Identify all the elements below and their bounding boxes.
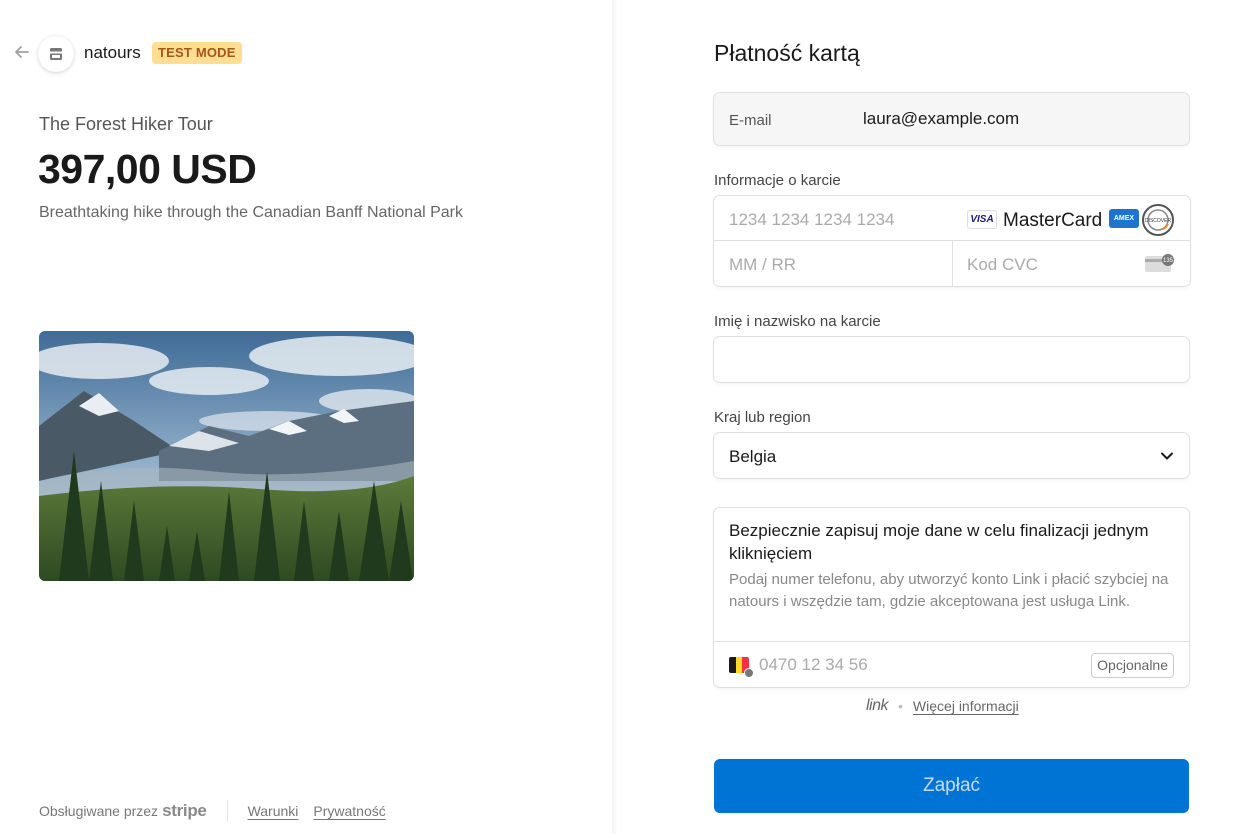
link-info-row: link • Więcej informacji xyxy=(866,697,1019,715)
email-field[interactable]: E-mail laura@example.com xyxy=(714,93,1189,145)
footer-divider xyxy=(226,800,228,822)
link-signup-box: Bezpiecznie zapisuj moje dane w celu fin… xyxy=(714,508,1189,687)
product-image xyxy=(39,331,414,581)
order-summary-panel: natours TEST MODE The Forest Hiker Tour … xyxy=(0,0,614,834)
svg-text:DISCOVER: DISCOVER xyxy=(1145,218,1171,224)
stripe-logo[interactable]: stripe xyxy=(162,801,207,821)
cardholder-name-label: Imię i nazwisko na karcie xyxy=(714,313,881,330)
flag-badge-icon xyxy=(744,668,754,678)
link-title: Bezpiecznie zapisuj moje dane w celu fin… xyxy=(729,521,1149,563)
card-number-input[interactable]: 1234 1234 1234 1234 xyxy=(729,210,894,230)
email-value: laura@example.com xyxy=(863,109,1020,128)
country-value: Belgia xyxy=(729,447,777,466)
product-price: 397,00 USD xyxy=(38,146,257,192)
payment-title: Płatność kartą xyxy=(714,40,860,66)
footer: Obsługiwane przez stripe Warunki Prywatn… xyxy=(39,800,401,822)
pay-button[interactable]: Zapłać xyxy=(714,759,1189,813)
visa-icon: VISA xyxy=(967,210,997,229)
card-info-label: Informacje o karcie xyxy=(714,172,841,189)
country-select[interactable]: Belgia xyxy=(714,433,1189,478)
more-info-link[interactable]: Więcej informacji xyxy=(913,698,1019,714)
expiry-input[interactable]: MM / RR xyxy=(729,255,796,275)
email-label: E-mail xyxy=(729,112,772,129)
cvc-card-icon: 135 xyxy=(1144,253,1176,280)
svg-text:135: 135 xyxy=(1163,258,1174,264)
separator-dot: • xyxy=(898,698,903,714)
payment-panel: Płatność kartą E-mail laura@example.com … xyxy=(618,0,1235,834)
privacy-link[interactable]: Prywatność xyxy=(313,803,385,819)
country-label: Kraj lub region xyxy=(714,409,811,426)
link-description: Podaj numer telefonu, aby utworzyć konto… xyxy=(729,571,1169,610)
back-arrow-icon[interactable] xyxy=(12,42,32,62)
chevron-down-icon xyxy=(1159,448,1175,469)
link-divider xyxy=(714,641,1189,642)
terms-link[interactable]: Warunki xyxy=(248,803,299,819)
link-logo: link xyxy=(866,697,889,714)
test-mode-badge: TEST MODE xyxy=(152,42,242,64)
product-description: Breathtaking hike through the Canadian B… xyxy=(39,204,463,221)
mastercard-icon: MasterCard xyxy=(1003,210,1103,231)
cvc-input[interactable]: Kod CVC xyxy=(967,255,1038,275)
card-divider-vertical xyxy=(952,241,953,286)
store-icon[interactable] xyxy=(38,36,74,72)
phone-input[interactable]: 0470 12 34 56 xyxy=(759,655,868,675)
discover-icon: DISCOVER xyxy=(1142,204,1174,236)
amex-icon: AMEX xyxy=(1109,209,1139,228)
optional-badge: Opcjonalne xyxy=(1091,653,1174,678)
cardholder-name-input[interactable] xyxy=(714,337,1189,382)
merchant-name: natours xyxy=(84,43,141,62)
product-name: The Forest Hiker Tour xyxy=(39,114,213,134)
powered-by-text: Obsługiwane przez xyxy=(39,803,159,819)
card-info-group: 1234 1234 1234 1234 VISA MasterCard AMEX… xyxy=(714,196,1190,286)
